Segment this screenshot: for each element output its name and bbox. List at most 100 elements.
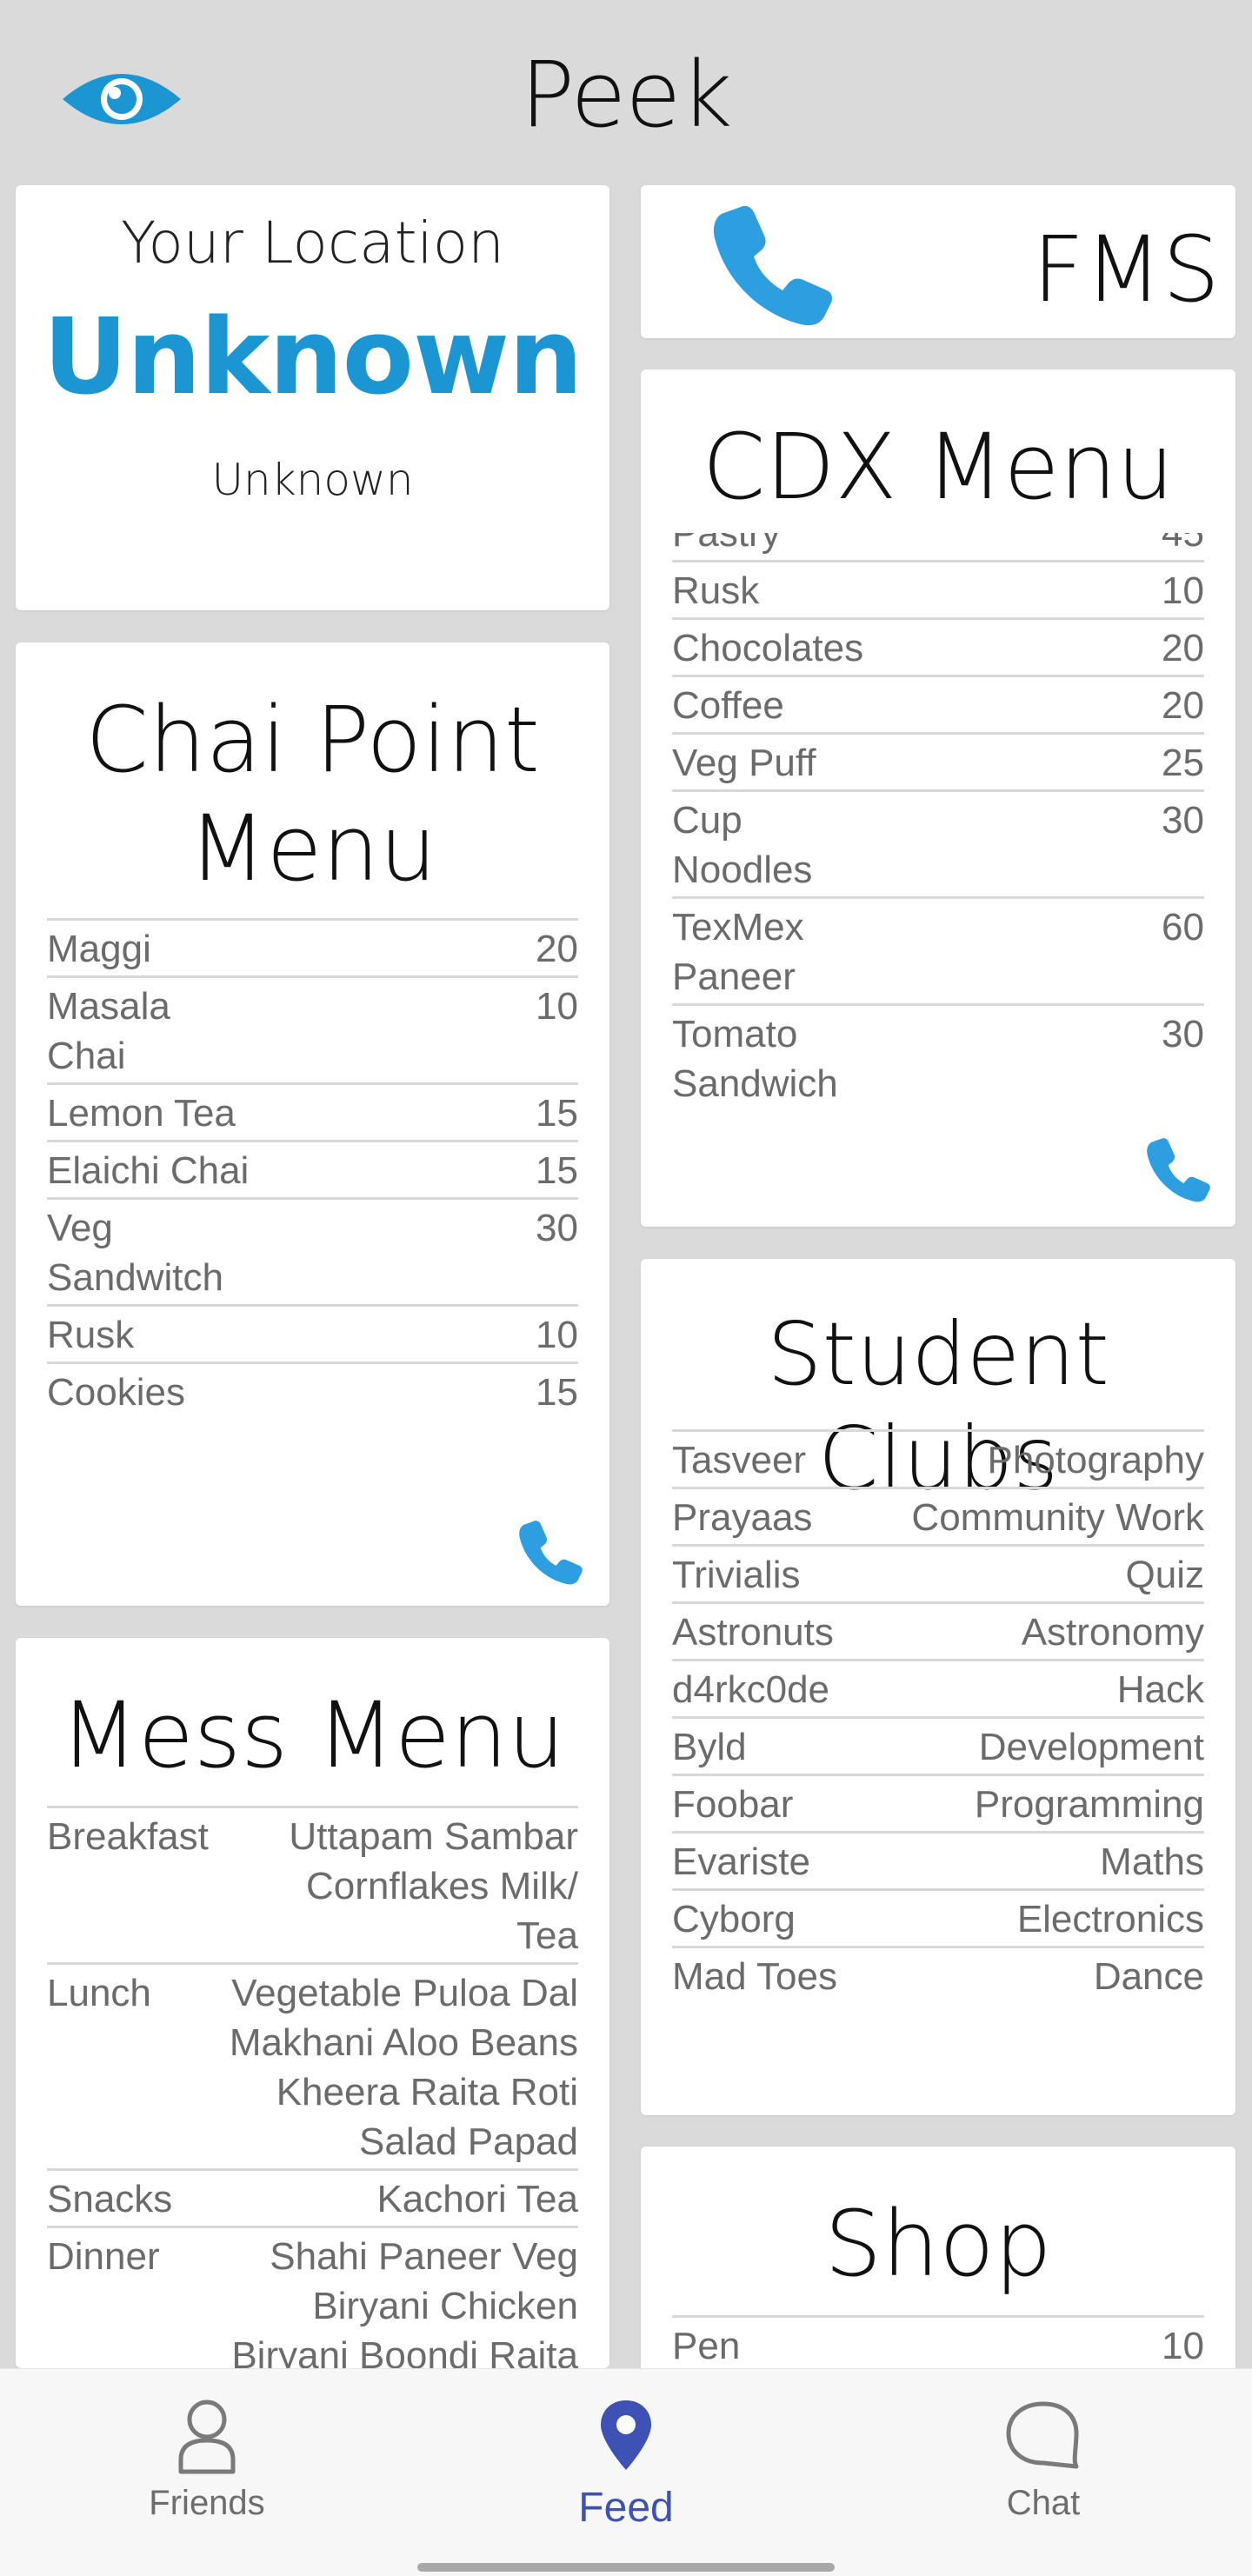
location-card[interactable]: Your Location Unknown Unknown	[16, 185, 609, 610]
meal-name: Lunch	[47, 1972, 151, 2014]
nav-chat-label: Chat	[1006, 2484, 1081, 2522]
list-item: Pastry 45	[672, 533, 1204, 560]
item-price: 15	[536, 1371, 578, 1414]
mess-list: Breakfast Uttapam Sambar Cornflakes Milk/…	[47, 1806, 578, 2368]
club-name: Tasveer	[672, 1439, 807, 1481]
list-item: Lunch Vegetable Puloa Dal Makhani Aloo Be…	[47, 1962, 578, 2168]
app-title: Peek	[520, 42, 732, 148]
item-price: 15	[536, 1149, 578, 1192]
item-price: 60	[1162, 906, 1204, 949]
cdx-menu-card: CDX Menu Pastry 45 Rusk 10 Chocolates 20 Co…	[641, 369, 1235, 1227]
club-name: Byld	[672, 1726, 747, 1768]
club-category: Community Work	[911, 1496, 1204, 1539]
club-category: Programming	[974, 1783, 1204, 1826]
list-item: Rusk 10	[672, 560, 1204, 617]
list-item: Byld Development	[672, 1716, 1204, 1774]
item-price: 15	[536, 1092, 578, 1135]
chat-bubble-icon	[1006, 2401, 1079, 2469]
mess-menu-card: Mess Menu Breakfast Uttapam Sambar Cornfl…	[16, 1638, 609, 2368]
fms-label: FMS	[1032, 216, 1220, 323]
item-price: 20	[536, 928, 578, 970]
item-name: Pen	[672, 2325, 741, 2367]
list-item: Breakfast Uttapam Sambar Cornflakes Milk/…	[47, 1806, 578, 1962]
nav-chat[interactable]: Chat	[913, 2397, 1174, 2523]
list-item: Veg Sandwitch 30	[47, 1197, 578, 1304]
club-category: Maths	[1100, 1840, 1204, 1883]
bottom-navigation: Friends Feed Chat	[0, 2368, 1252, 2576]
item-price: 10	[536, 985, 578, 1028]
club-category: Development	[978, 1726, 1204, 1768]
club-name: Trivialis	[672, 1554, 801, 1596]
meal-menu: Shahi Paneer Veg Biryani Chicken Biryani…	[231, 2235, 578, 2368]
nav-feed-label: Feed	[578, 2485, 674, 2531]
clubs-list: Tasveer Photography Prayaas Community Work…	[672, 1429, 1204, 2003]
list-item: Veg Puff 25	[672, 732, 1204, 789]
item-price: 30	[1162, 799, 1204, 842]
list-item: Elaichi Chai 15	[47, 1140, 578, 1197]
item-name: Tomato Sandwich	[672, 1013, 838, 1105]
person-icon	[178, 2400, 236, 2474]
club-category: Dance	[1093, 1955, 1204, 1998]
item-name: Rusk	[47, 1314, 135, 1356]
list-item: Masala Chai 10	[47, 975, 578, 1082]
location-label: Your Location	[120, 210, 505, 276]
club-name: Foobar	[672, 1783, 794, 1826]
cdx-list: Pastry 45 Rusk 10 Chocolates 20 Coffee 20 Ve…	[672, 533, 1204, 1110]
item-price: 30	[1162, 1013, 1204, 1055]
item-price: 20	[1162, 684, 1204, 727]
nav-feed[interactable]: Feed	[496, 2397, 756, 2532]
chai-point-title: Chai Point Menu	[85, 687, 540, 902]
list-item: Tomato Sandwich 30	[672, 1003, 1204, 1110]
club-category: Electronics	[1016, 1898, 1204, 1940]
list-item: Trivialis Quiz	[672, 1544, 1204, 1601]
shop-card: Shop Pen 10	[641, 2147, 1235, 2373]
list-item: Tasveer Photography	[672, 1429, 1204, 1487]
club-category: Quiz	[1125, 1554, 1204, 1596]
chai-point-menu-card: Chai Point Menu Maggi 20 Masala Chai 10 Le…	[16, 642, 609, 1606]
list-item: Rusk 10	[47, 1304, 578, 1361]
list-item: Coffee 20	[672, 675, 1204, 732]
list-item: Evariste Maths	[672, 1831, 1204, 1888]
list-item: Maggi 20	[47, 918, 578, 975]
item-name: Veg Sandwitch	[47, 1207, 224, 1299]
list-item: Snacks Kachori Tea	[47, 2168, 578, 2226]
cdx-title: CDX Menu	[702, 414, 1175, 520]
meal-name: Snacks	[47, 2178, 173, 2220]
item-name: Rusk	[672, 569, 760, 612]
shop-list: Pen 10	[672, 2315, 1204, 2373]
nav-friends[interactable]: Friends	[77, 2397, 337, 2523]
cdx-list-scroll[interactable]: Pastry 45 Rusk 10 Chocolates 20 Coffee 20 Ve…	[641, 533, 1235, 1150]
club-name: Cyborg	[672, 1898, 796, 1940]
list-item: Cyborg Electronics	[672, 1888, 1204, 1946]
item-name: Masala Chai	[47, 985, 170, 1077]
item-name: TexMex Paneer	[672, 906, 804, 998]
phone-icon[interactable]	[516, 1517, 585, 1587]
item-price: 45	[1162, 533, 1204, 555]
list-item: Chocolates 20	[672, 617, 1204, 675]
item-price: 10	[1162, 2325, 1204, 2367]
phone-icon[interactable]	[707, 199, 837, 329]
club-name: Astronuts	[672, 1611, 834, 1654]
list-item: Mad Toes Dance	[672, 1946, 1204, 2003]
location-subtext: Unknown	[211, 455, 414, 505]
meal-name: Breakfast	[47, 1815, 209, 1858]
club-name: Mad Toes	[672, 1955, 837, 1998]
mess-title: Mess Menu	[60, 1682, 565, 1788]
list-item: Dinner Shahi Paneer Veg Biryani Chicken B…	[47, 2226, 578, 2368]
home-indicator[interactable]	[417, 2563, 835, 2572]
item-name: Chocolates	[672, 627, 864, 669]
item-name: Cup Noodles	[672, 799, 813, 891]
club-name: d4rkc0de	[672, 1668, 830, 1711]
nav-friends-label: Friends	[149, 2484, 265, 2522]
item-price: 10	[536, 1314, 578, 1356]
app-header: Peek	[0, 0, 1252, 185]
meal-menu: Uttapam Sambar Cornflakes Milk/ Tea	[289, 1815, 578, 1957]
list-item: Cookies 15	[47, 1361, 578, 1419]
shop-title: Shop	[824, 2191, 1052, 2297]
list-item: Foobar Programming	[672, 1774, 1204, 1831]
list-item: Lemon Tea 15	[47, 1082, 578, 1140]
fms-card[interactable]: FMS	[641, 185, 1235, 338]
phone-icon[interactable]	[1143, 1135, 1213, 1204]
item-price: 30	[536, 1207, 578, 1249]
club-category: Hack	[1116, 1668, 1204, 1711]
